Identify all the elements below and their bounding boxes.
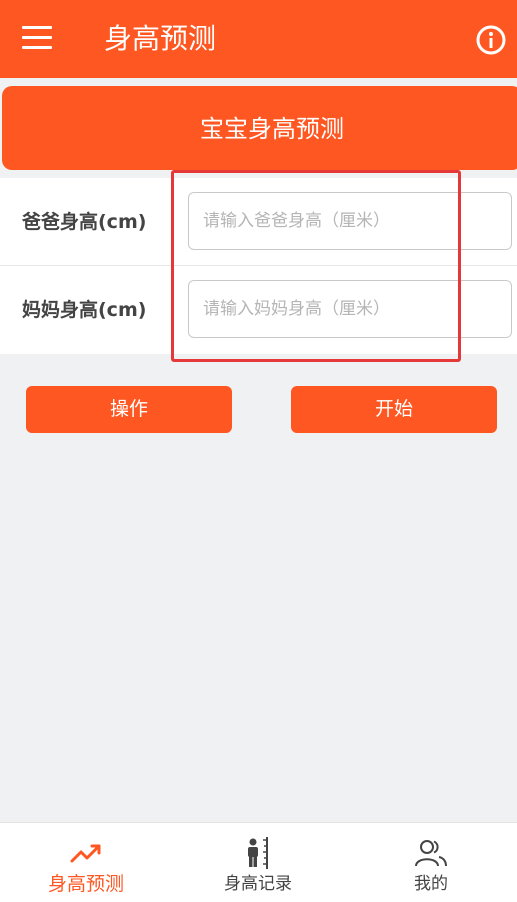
tab-label: 我的 [414, 874, 448, 894]
height-measure-icon [240, 835, 276, 871]
users-icon [413, 835, 449, 871]
tab-mine[interactable]: 我的 [345, 823, 517, 902]
tab-label: 身高记录 [224, 874, 292, 894]
tab-label: 身高预测 [47, 873, 124, 895]
height-form: 爸爸身高(cm) 妈妈身高(cm) [0, 178, 517, 354]
mother-height-input[interactable] [188, 280, 512, 338]
father-height-row: 爸爸身高(cm) [0, 178, 517, 266]
start-button[interactable]: 开始 [291, 386, 497, 433]
banner-title: 宝宝身高预测 [200, 115, 344, 143]
info-icon[interactable] [475, 24, 507, 56]
trend-up-icon [68, 835, 104, 871]
tab-height-records[interactable]: 身高记录 [172, 823, 344, 902]
bottom-tab-bar: 身高预测 身高记录 我的 [0, 822, 517, 902]
mother-height-label: 妈妈身高(cm) [22, 299, 147, 321]
tab-height-prediction[interactable]: 身高预测 [0, 823, 172, 902]
page-title: 身高预测 [104, 22, 217, 55]
banner: 宝宝身高预测 [2, 86, 517, 170]
operate-button[interactable]: 操作 [26, 386, 232, 433]
mother-height-row: 妈妈身高(cm) [0, 266, 517, 354]
app-bar: 身高预测 [0, 0, 517, 78]
menu-icon[interactable] [22, 26, 52, 50]
father-height-input[interactable] [188, 192, 512, 250]
father-height-label: 爸爸身高(cm) [22, 211, 147, 233]
